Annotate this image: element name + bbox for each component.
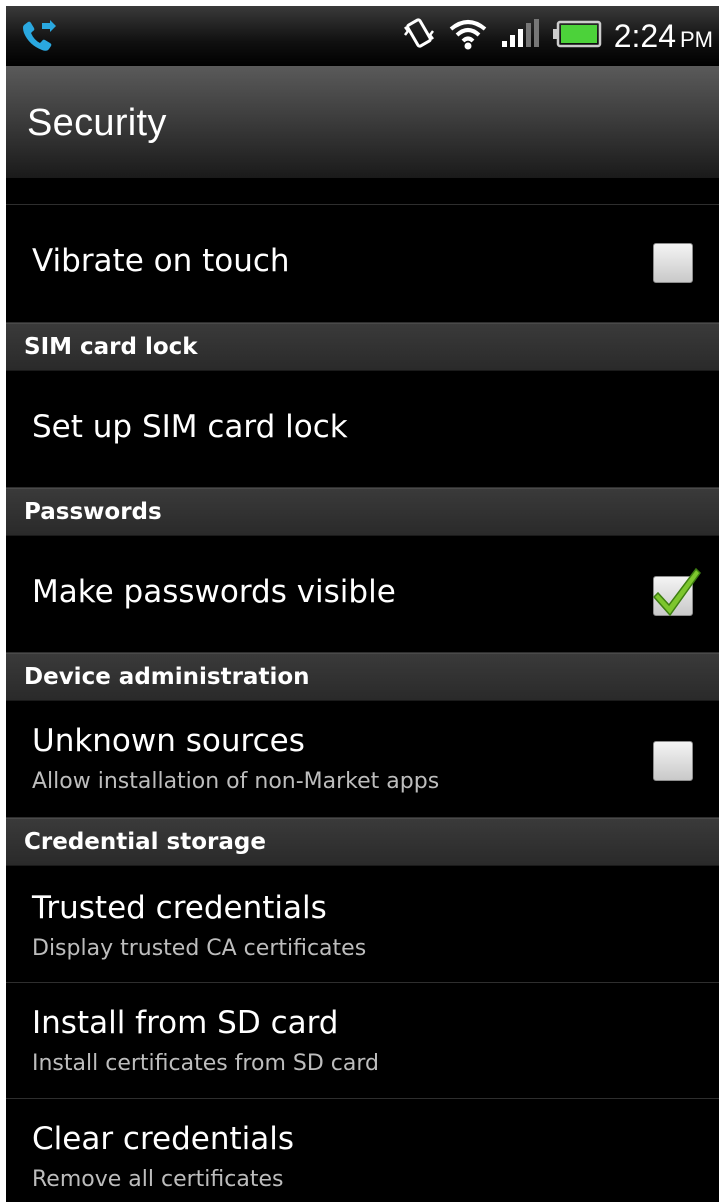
screen: 2:24 PM Security Vibrate on touch SIM car… xyxy=(6,6,719,1202)
setting-summary: Install certificates from SD card xyxy=(32,1051,379,1076)
unknown-sources-row[interactable]: Unknown sources Allow installation of no… xyxy=(6,701,719,818)
setting-label: Install from SD card xyxy=(32,1005,339,1041)
vibrate-on-touch-checkbox[interactable] xyxy=(653,243,693,283)
setting-label: Vibrate on touch xyxy=(32,243,290,279)
vibrate-on-touch-row[interactable]: Vibrate on touch xyxy=(6,205,719,323)
signal-icon xyxy=(500,19,540,53)
status-clock: 2:24 PM xyxy=(613,17,713,54)
section-title: Passwords xyxy=(24,499,162,525)
clear-credentials-row[interactable]: Clear credentials Remove all certificate… xyxy=(6,1099,719,1202)
wifi-icon xyxy=(448,17,488,55)
vibrate-icon xyxy=(402,17,436,55)
setting-label: Unknown sources xyxy=(32,723,305,759)
set-up-sim-card-lock-row[interactable]: Set up SIM card lock xyxy=(6,371,719,488)
make-passwords-visible-row[interactable]: Make passwords visible xyxy=(6,536,719,653)
trusted-credentials-row[interactable]: Trusted credentials Display trusted CA c… xyxy=(6,866,719,983)
section-title: Device administration xyxy=(24,664,310,690)
battery-icon xyxy=(552,20,602,52)
setting-label: Set up SIM card lock xyxy=(32,409,348,445)
setting-label: Clear credentials xyxy=(32,1121,295,1157)
setting-label: Trusted credentials xyxy=(32,890,327,926)
page-title: Security xyxy=(27,102,167,144)
setting-label: Make passwords visible xyxy=(32,574,396,610)
section-header-sim-card-lock: SIM card lock xyxy=(6,323,719,371)
section-header-credential-storage: Credential storage xyxy=(6,818,719,866)
settings-list: Vibrate on touch SIM card lock Set up SI… xyxy=(6,178,719,1202)
setting-summary: Display trusted CA certificates xyxy=(32,936,367,961)
section-title: Credential storage xyxy=(24,829,266,855)
section-header-passwords: Passwords xyxy=(6,488,719,536)
section-title: SIM card lock xyxy=(24,334,198,360)
section-header-device-administration: Device administration xyxy=(6,653,719,701)
status-bar: 2:24 PM xyxy=(6,6,719,66)
make-passwords-visible-checkbox[interactable] xyxy=(652,567,701,617)
list-divider xyxy=(6,178,719,205)
title-bar: Security xyxy=(6,66,719,179)
checkmark-icon xyxy=(652,567,701,617)
setting-summary: Allow installation of non-Market apps xyxy=(32,769,440,794)
install-from-sd-card-row[interactable]: Install from SD card Install certificate… xyxy=(6,983,719,1099)
call-forward-icon xyxy=(20,19,58,53)
setting-summary: Remove all certificates xyxy=(32,1167,284,1192)
unknown-sources-checkbox[interactable] xyxy=(653,741,693,781)
